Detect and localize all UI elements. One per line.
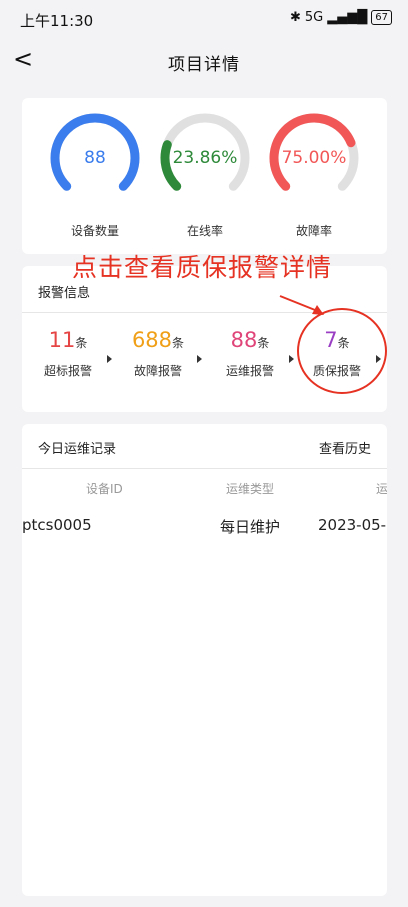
table-cell-device-id: ptcs0005	[22, 516, 92, 534]
gauge-value: 23.86%	[172, 148, 238, 168]
gauge-label: 设备数量	[70, 224, 119, 238]
alarm-item-over-limit[interactable]: 11条 超标报警	[32, 328, 114, 384]
divider	[22, 468, 387, 469]
table-cell-maintenance-type: 每日维护	[220, 518, 281, 536]
caret-right-icon	[107, 355, 112, 363]
records-table[interactable]: 设备ID 运维类型 运 ptcs0005 每日维护 2023-05-	[0, 474, 387, 554]
alarm-count: 11条	[48, 328, 88, 352]
column-header-maintenance-type: 运维类型	[226, 482, 275, 496]
battery-icon: 67	[371, 10, 392, 25]
status-bar: 上午11:30 ✱ 5G ▂▄▆█ 67	[0, 0, 408, 38]
alarm-label: 故障报警	[133, 364, 182, 378]
alarm-label: 运维报警	[225, 364, 274, 378]
annotation-text: 点击查看质保报警详情	[72, 253, 333, 282]
network-label: 5G	[304, 10, 324, 25]
column-header-device-id: 设备ID	[86, 482, 123, 496]
page-title: 项目详情	[168, 55, 240, 75]
column-header-partial: 运	[376, 482, 387, 496]
gauge-device-count: 88	[49, 112, 141, 204]
bluetooth-icon: ✱	[290, 10, 301, 25]
alarm-count: 688条	[131, 328, 185, 352]
view-history-link[interactable]: 查看历史	[319, 438, 371, 457]
records-title: 今日运维记录	[38, 442, 117, 457]
alarm-label: 超标报警	[43, 364, 92, 378]
caret-right-icon	[289, 355, 294, 363]
gauge-online-rate: 23.86%	[159, 112, 251, 204]
alarm-card-title: 报警信息	[38, 286, 91, 301]
gauge-value: 88	[84, 148, 106, 168]
gauge-fault-rate: 75.00%	[268, 112, 360, 204]
gauge-value: 75.00%	[281, 148, 347, 168]
table-cell-time: 2023-05-	[318, 516, 387, 534]
status-icons: ✱ 5G ▂▄▆█ 67	[290, 10, 392, 25]
alarm-count: 88条	[230, 328, 270, 352]
gauge-card: 88 设备数量 23.86% 在线率 75.00% 故障率	[22, 98, 387, 254]
alarm-item-fault[interactable]: 688条 故障报警	[122, 328, 204, 384]
gauge-label: 在线率	[186, 224, 223, 238]
records-card: 今日运维记录 查看历史 设备ID 运维类型 运 ptcs0005 每日维护 20…	[22, 424, 387, 896]
annotation-ring	[297, 308, 387, 394]
alarm-item-maintenance[interactable]: 88条 运维报警	[214, 328, 296, 384]
nav-bar: < 项目详情	[0, 38, 408, 84]
caret-right-icon	[197, 355, 202, 363]
status-time: 上午11:30	[20, 12, 94, 30]
signal-icon: ▂▄▆█	[327, 10, 368, 25]
gauge-label: 故障率	[295, 224, 332, 238]
